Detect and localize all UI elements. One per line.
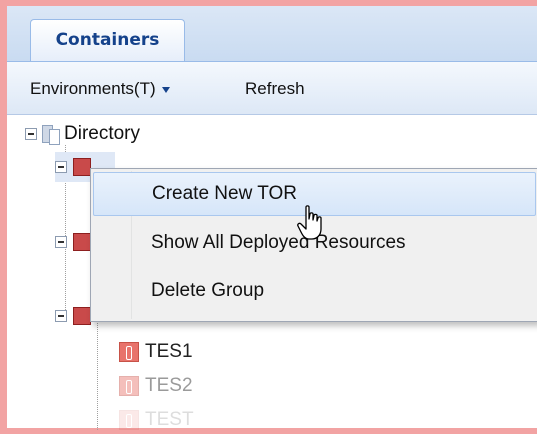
tree-connector [97, 320, 98, 430]
resource-icon [119, 410, 139, 430]
resource-icon [119, 376, 139, 396]
tab-containers-label: Containers [55, 30, 160, 50]
tree-leaf-label: TES2 [145, 375, 193, 396]
hand-pointer-icon [297, 205, 322, 240]
menu-item-label: Delete Group [151, 280, 265, 301]
tree-leaf-row[interactable]: TEST [119, 405, 194, 435]
tab-bar: Containers [7, 6, 537, 62]
refresh-button[interactable]: Refresh [245, 79, 305, 99]
resource-icon [119, 342, 139, 362]
collapse-icon[interactable] [55, 236, 67, 248]
tree-leaf-label: TEST [145, 409, 194, 430]
tree-leaf-label: TES1 [145, 341, 193, 362]
collapse-icon[interactable] [55, 161, 67, 173]
collapse-icon[interactable] [25, 128, 37, 140]
menu-item-label: Show All Deployed Resources [151, 232, 406, 253]
tree-root-row[interactable]: Directory [25, 119, 140, 149]
environments-dropdown[interactable]: Environments(T) [30, 79, 170, 99]
group-icon [73, 307, 91, 325]
group-icon [73, 233, 91, 251]
tree-root-label: Directory [64, 123, 141, 144]
menu-item-delete-group[interactable]: Delete Group [93, 269, 536, 313]
tree-leaf-row[interactable]: TES2 [119, 371, 193, 401]
tree-leaf-row[interactable]: TES1 [119, 337, 193, 367]
environments-label: Environments(T) [30, 79, 156, 98]
menu-item-label: Create New TOR [152, 183, 298, 204]
tab-containers[interactable]: Containers [30, 19, 185, 61]
chevron-down-icon [161, 87, 170, 93]
collapse-icon[interactable] [55, 310, 67, 322]
group-icon [73, 158, 91, 176]
context-menu: Create New TOR Show All Deployed Resourc… [90, 168, 537, 322]
toolbar: Environments(T) Refresh [7, 62, 537, 115]
folder-icon [41, 123, 61, 145]
